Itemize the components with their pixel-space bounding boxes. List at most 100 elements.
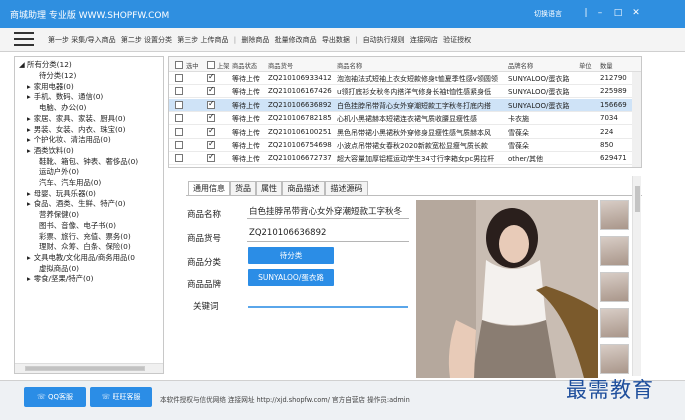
tree-root[interactable]: ◢ 所有分类(12) [19,60,72,69]
header-sku[interactable]: 商品货号 [268,61,293,70]
tab-general-info[interactable]: 通用信息 [188,181,230,196]
menu-export-data[interactable]: 导出数据 [322,36,350,44]
tree-horizontal-scrollbar[interactable] [15,363,163,373]
tree-node-label: 待分类(12) [39,71,77,80]
cell-name: 黑色吊带裙小黑裙秋外穿修身显瘦性感气质赫本风 [337,128,491,137]
row-select-checkbox[interactable] [175,74,183,82]
row-upload-checkbox[interactable] [207,112,215,123]
expand-arrow-icon[interactable]: ▸ [27,253,31,262]
tree-node[interactable]: ▸ 手机、数码、通信(0) [27,92,103,101]
table-row[interactable]: 等待上传 ZQ210106167426 u领打底衫女秋冬内搭洋气修身长袖t恤性感紧身… [169,85,641,99]
menu-delete-products[interactable]: 删除商品 [241,36,269,44]
expand-down-icon[interactable]: ◢ [19,60,25,69]
tree-node[interactable]: 图书、音像、电子书(0) [39,221,116,230]
row-upload-checkbox[interactable] [207,72,215,82]
menu-verify-license[interactable]: 验证授权 [443,36,471,44]
expand-arrow-icon[interactable]: ▸ [27,82,31,91]
tree-node[interactable]: 鞋靴、箱包、钟表、奢侈品(0) [39,157,138,166]
menu-batch-edit[interactable]: 批量修改商品 [275,36,317,44]
table-row[interactable]: 等待上传 ZQ210106672737 超大容量加厚铝框运动学生34寸行李箱女pc男… [169,152,641,166]
expand-arrow-icon[interactable]: ▸ [27,189,31,198]
header-name[interactable]: 商品名称 [337,61,362,70]
menu-icon[interactable] [14,32,34,48]
category-select-button[interactable]: 待分类 [248,247,334,264]
maximize-icon[interactable]: □ [610,6,626,20]
expand-arrow-icon[interactable]: ▸ [27,114,31,123]
row-upload-checkbox[interactable] [207,139,215,149]
product-thumbnail[interactable] [600,344,629,374]
tree-node[interactable]: 营养保健(0) [39,210,79,219]
tab-description[interactable]: 商品描述 [282,181,325,196]
header-qty[interactable]: 数量 [600,61,613,70]
brand-select-button[interactable]: SUNYALOO/蛋衣路 [248,269,334,286]
table-row[interactable]: 等待上传 ZQ210106782185 心机小黑裙赫本短裙连衣裙气质收腰显瘦性感 卡衣… [169,112,641,126]
row-select-checkbox[interactable] [175,154,183,163]
row-select-checkbox[interactable] [175,127,183,136]
header-brand[interactable]: 品牌名称 [508,61,533,70]
tree-node[interactable]: 彩票、旅行、充值、票务(0) [39,232,131,241]
product-main-image[interactable] [416,200,598,378]
row-select-checkbox[interactable] [175,100,183,109]
tree-node[interactable]: ▸ 个护化妆、清洁用品(0) [27,135,111,144]
tree-node[interactable]: ▸ 酒类饮料(0) [27,146,74,155]
expand-arrow-icon[interactable]: ▸ [27,146,31,155]
detail-vertical-scrollbar[interactable] [632,176,641,376]
row-select-checkbox[interactable] [175,114,183,123]
product-sku-field[interactable]: ZQ210106636892 [249,228,409,238]
tree-node[interactable]: ▸ 食品、酒类、生鲜、特产(0) [27,199,126,208]
tree-node[interactable]: 汽车、汽车用品(0) [39,178,101,187]
select-all-checkbox[interactable] [175,61,183,69]
expand-arrow-icon[interactable]: ▸ [27,274,31,283]
product-thumbnail[interactable] [600,236,629,266]
expand-arrow-icon[interactable]: ▸ [27,92,31,101]
upload-all-checkbox[interactable] [207,61,215,69]
tree-node[interactable]: 待分类(12) [39,71,76,80]
table-row[interactable]: 等待上传 ZQ210106636892 白色挂脖吊带背心女外穿潮短款工字秋冬打底内搭… [169,98,641,112]
tree-node[interactable]: ▸ 家用电器(0) [27,82,74,91]
tab-goods[interactable]: 货品 [230,181,256,196]
expand-arrow-icon[interactable]: ▸ [27,199,31,208]
menu-upload-products[interactable]: 第三步 上传商品 [177,36,228,44]
expand-arrow-icon[interactable]: ▸ [27,135,31,144]
expand-arrow-icon[interactable]: ▸ [27,125,31,134]
wangwang-support-button[interactable]: ☏ 旺旺客服 [90,387,152,407]
menu-collect-import[interactable]: 第一步 采集/导入商品 [48,36,116,44]
header-unit[interactable]: 单位 [579,61,592,70]
product-thumbnail[interactable] [600,200,629,230]
tree-node[interactable]: 理财、众筹、白条、保险(0) [39,242,131,251]
grid-vertical-scrollbar[interactable] [632,72,641,167]
tab-description-source[interactable]: 描述源码 [325,181,368,196]
row-select-checkbox[interactable] [175,87,183,96]
tree-node[interactable]: ▸ 男装、女装、内衣、珠宝(0) [27,125,126,134]
qq-support-button[interactable]: ☏ QQ客服 [24,387,86,407]
product-name-field[interactable]: 白色挂脖吊带背心女外穿潮短款工字秋冬 [249,205,409,217]
row-upload-checkbox[interactable] [207,99,215,109]
tree-node[interactable]: ▸ 零食/坚果/特产(0) [27,274,94,283]
row-upload-checkbox[interactable] [207,85,215,96]
tree-node-label: 文具电教/文化用品/商务用品(0 [33,252,135,262]
close-icon[interactable]: ✕ [628,6,644,20]
keywords-field[interactable] [248,306,408,308]
tree-node[interactable]: 虚拟商品(0) [39,264,79,273]
table-row[interactable]: 等待上传 ZQ210106754698 小波点吊带裙女春秋2020新款宽松显瘦气质长… [169,139,641,152]
table-row[interactable]: 等待上传 ZQ210106933412 泡泡袖法式短袖上衣女短款修身t恤夏季性感v领… [169,72,641,85]
row-upload-checkbox[interactable] [207,126,215,136]
row-select-checkbox[interactable] [175,141,183,149]
row-upload-checkbox[interactable] [207,152,215,163]
tree-node[interactable]: ▸ 文具电教/文化用品/商务用品(0 [27,253,135,262]
product-thumbnail[interactable] [600,308,629,338]
menu-set-category[interactable]: 第二步 设置分类 [121,36,172,44]
table-row[interactable]: 等待上传 ZQ210106100251 黑色吊带裙小黑裙秋外穿修身显瘦性感气质赫本风… [169,126,641,139]
header-status[interactable]: 商品状态 [232,61,257,70]
tab-attributes[interactable]: 属性 [256,181,282,196]
menu-connect-shop[interactable]: 连接网店 [410,36,438,44]
menu-auto-rules[interactable]: 自动执行规则 [363,36,405,44]
tree-node[interactable]: 电脑、办公(0) [39,103,86,112]
tree-node[interactable]: 运动户外(0) [39,167,79,176]
language-switch-link[interactable]: 切换语言 [534,9,562,19]
tree-node[interactable]: ▸ 母婴、玩具乐器(0) [27,189,96,198]
tree-node[interactable]: ▸ 家居、家具、家装、厨具(0) [27,114,126,123]
minimize-icon[interactable]: – [592,6,608,20]
cell-brand: SUNYALOO/蛋衣路 [508,88,570,97]
product-thumbnail[interactable] [600,272,629,302]
